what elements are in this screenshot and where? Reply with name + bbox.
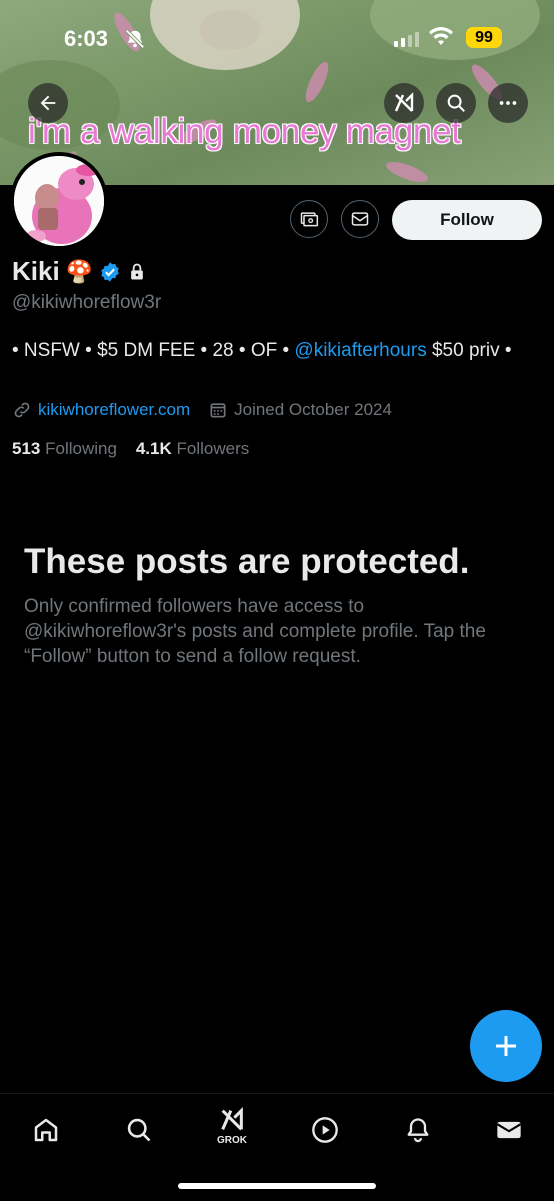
lock-icon bbox=[131, 263, 143, 279]
bio-mention-link[interactable]: @kikiafterhours bbox=[294, 340, 426, 361]
bio-text: • NSFW • $5 DM FEE • 28 • OF • bbox=[12, 340, 295, 361]
grok-label: GROK bbox=[217, 1135, 247, 1146]
followers-label: Followers bbox=[176, 439, 250, 458]
home-icon bbox=[34, 1118, 58, 1142]
link-icon bbox=[14, 402, 30, 418]
mail-icon bbox=[496, 1121, 522, 1139]
tab-messages[interactable] bbox=[487, 1108, 531, 1152]
message-icon bbox=[351, 212, 369, 226]
grok-icon bbox=[221, 1107, 243, 1131]
search-icon bbox=[127, 1118, 151, 1142]
tab-grok[interactable]: GROK bbox=[210, 1104, 254, 1148]
grok-button[interactable] bbox=[384, 83, 424, 123]
bell-icon bbox=[407, 1118, 429, 1143]
protected-body: Only confirmed followers have access to … bbox=[24, 596, 486, 667]
following-label: Following bbox=[45, 439, 117, 458]
tab-notifications[interactable] bbox=[396, 1108, 440, 1152]
display-name: Kiki bbox=[12, 256, 60, 286]
back-arrow-icon bbox=[40, 95, 56, 111]
plus-icon bbox=[496, 1036, 516, 1056]
cellular-signal-icon bbox=[394, 32, 419, 47]
more-options-button[interactable] bbox=[488, 83, 528, 123]
profile-meta: kikiwhoreflower.com Joined October 2024 bbox=[12, 400, 410, 420]
following-count: 513 bbox=[12, 439, 41, 458]
home-indicator[interactable] bbox=[178, 1183, 376, 1189]
verified-badge-icon[interactable] bbox=[99, 261, 121, 283]
profile-name-row: Kiki 🍄 bbox=[12, 256, 147, 287]
subscribe-icon bbox=[300, 212, 319, 227]
follow-counts: 513 Following 4.1K Followers bbox=[12, 439, 249, 459]
subscribe-button[interactable] bbox=[290, 200, 328, 238]
profile-handle: @kikiwhoreflow3r bbox=[12, 292, 162, 313]
protected-title: These posts are protected. bbox=[24, 542, 470, 581]
compose-button[interactable] bbox=[470, 1010, 542, 1082]
calendar-icon bbox=[210, 403, 226, 418]
protected-notice: These posts are protected. Only confirme… bbox=[24, 540, 524, 669]
search-button[interactable] bbox=[436, 83, 476, 123]
profile-bio: • NSFW • $5 DM FEE • 28 • OF • @kikiafte… bbox=[12, 338, 542, 363]
name-emoji: 🍄 bbox=[65, 258, 94, 284]
tab-home[interactable] bbox=[24, 1108, 68, 1152]
message-button[interactable] bbox=[341, 200, 379, 238]
status-bar: 6:03 99 bbox=[0, 18, 554, 58]
joined-date: Joined October 2024 bbox=[234, 400, 392, 419]
wifi-icon bbox=[428, 27, 454, 52]
followers-count: 4.1K bbox=[135, 439, 172, 458]
play-icon bbox=[312, 1117, 338, 1143]
follow-button[interactable]: Follow bbox=[392, 200, 542, 240]
profile-avatar[interactable] bbox=[10, 152, 108, 250]
followers-link[interactable]: 4.1K Followers bbox=[136, 439, 249, 458]
search-icon bbox=[447, 94, 465, 112]
website-link[interactable]: kikiwhoreflower.com bbox=[38, 400, 190, 420]
tab-video[interactable] bbox=[303, 1108, 347, 1152]
grok-icon bbox=[394, 92, 414, 112]
following-link[interactable]: 513 Following bbox=[12, 439, 117, 458]
bio-text-end: $50 priv • bbox=[426, 340, 512, 361]
status-time: 6:03 bbox=[64, 26, 109, 51]
back-button[interactable] bbox=[28, 83, 68, 123]
tab-search[interactable] bbox=[117, 1108, 161, 1152]
more-icon bbox=[499, 101, 517, 105]
battery-indicator: 99 bbox=[466, 27, 502, 48]
silent-mode-icon bbox=[124, 28, 146, 55]
